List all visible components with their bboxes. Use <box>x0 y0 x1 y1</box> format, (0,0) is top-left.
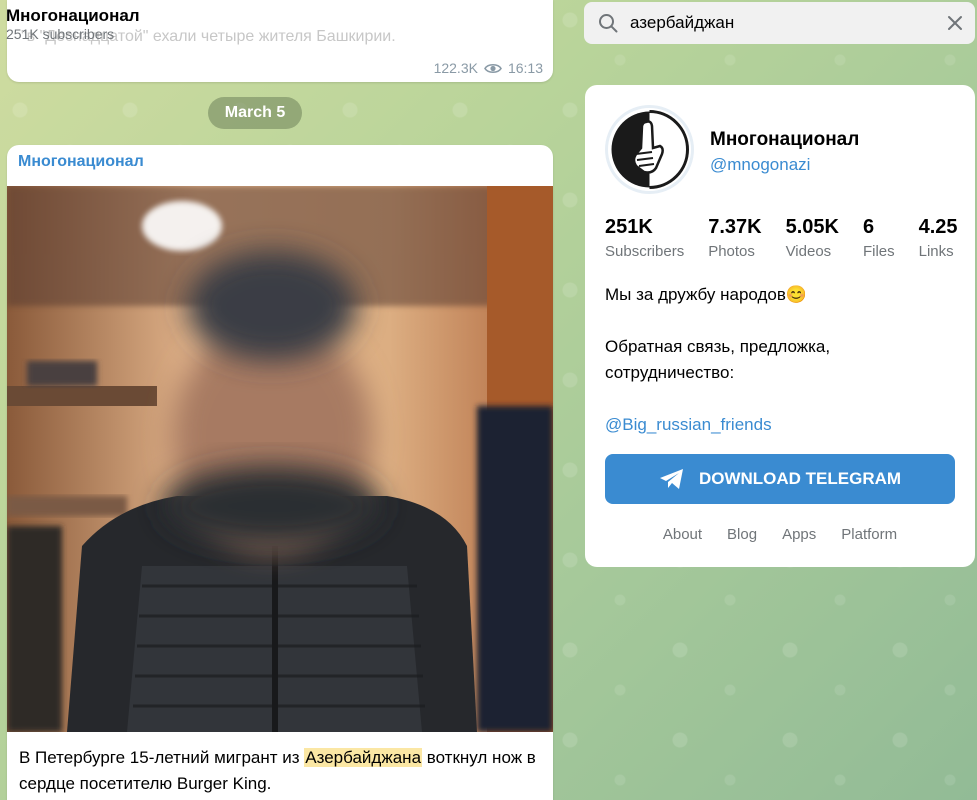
channel-header[interactable]: Многонационал 251K subscribers <box>0 0 556 48</box>
message-meta: 122.3K 16:13 <box>434 60 543 76</box>
bio-link[interactable]: @Big_russian_friends <box>605 412 955 438</box>
message-text-before: В Петербурге 15-летний мигрант из <box>19 748 305 767</box>
bio-line: Обратная связь, предложка, сотрудничеств… <box>605 337 831 382</box>
stat-label: Files <box>862 243 895 260</box>
close-icon[interactable] <box>947 15 963 31</box>
channel-handle-link[interactable]: @mnogonazi <box>710 155 810 175</box>
stat-value: 6 <box>862 216 875 238</box>
stat-label: Videos <box>785 243 832 260</box>
footer-link-platform[interactable]: Platform <box>841 526 897 543</box>
stat-value: 4.25 <box>918 216 958 238</box>
message-author[interactable]: Многонационал <box>18 153 144 171</box>
footer-link-apps[interactable]: Apps <box>782 526 816 543</box>
message-photo[interactable] <box>7 186 553 732</box>
stat-value: 7.37K <box>708 216 762 238</box>
stat-subscribers[interactable]: 251K Subscribers <box>605 215 684 262</box>
card-footer-links: About Blog Apps Platform <box>585 526 975 543</box>
card-channel-title: Многонационал <box>710 129 860 150</box>
stat-label: Subscribers <box>605 243 685 260</box>
bio-line: Мы за дружбу народов😊 <box>605 285 808 304</box>
download-telegram-button[interactable]: DOWNLOAD TELEGRAM <box>605 454 955 504</box>
search-input[interactable] <box>630 2 930 44</box>
stat-label: Links <box>918 243 954 260</box>
message-time: 16:13 <box>507 60 543 76</box>
search-bar[interactable] <box>584 2 975 44</box>
footer-link-blog[interactable]: Blog <box>727 526 757 543</box>
view-count: 122.3K <box>433 60 478 76</box>
download-button-label: DOWNLOAD TELEGRAM <box>698 469 902 488</box>
stat-photos[interactable]: 7.37K Photos <box>708 215 761 262</box>
channel-stats: 251K Subscribers 7.37K Photos 5.05K Vide… <box>605 215 975 262</box>
message-bubble: Многонационал В Петербурге 15-летний миг… <box>7 145 553 800</box>
stat-videos[interactable]: 5.05K Videos <box>786 215 839 262</box>
telegram-plane-icon <box>659 469 683 489</box>
stat-value: 251K <box>605 216 653 238</box>
date-separator: March 5 <box>208 97 302 129</box>
eye-icon <box>484 63 502 73</box>
stat-value: 5.05K <box>785 216 839 238</box>
photo-illustration <box>7 186 553 732</box>
message-text: В Петербурге 15-летний мигрант из Азерба… <box>19 745 539 797</box>
stat-files[interactable]: 6 Files <box>863 215 895 262</box>
stat-links[interactable]: 4.25 Links <box>919 215 958 262</box>
channel-title: Многонационал <box>6 6 140 25</box>
search-highlight: Азербайджана <box>304 748 423 767</box>
stat-label: Photos <box>708 243 755 260</box>
channel-bio: Мы за дружбу народов😊 Обратная связь, пр… <box>605 282 955 464</box>
footer-link-about[interactable]: About <box>663 526 702 543</box>
search-icon <box>599 14 618 33</box>
avatar-image <box>611 110 689 189</box>
subscriber-count: 251K subscribers <box>6 26 115 42</box>
channel-info-card: Многонационал @mnogonazi 251K Subscriber… <box>585 85 975 567</box>
channel-avatar[interactable] <box>605 105 694 194</box>
